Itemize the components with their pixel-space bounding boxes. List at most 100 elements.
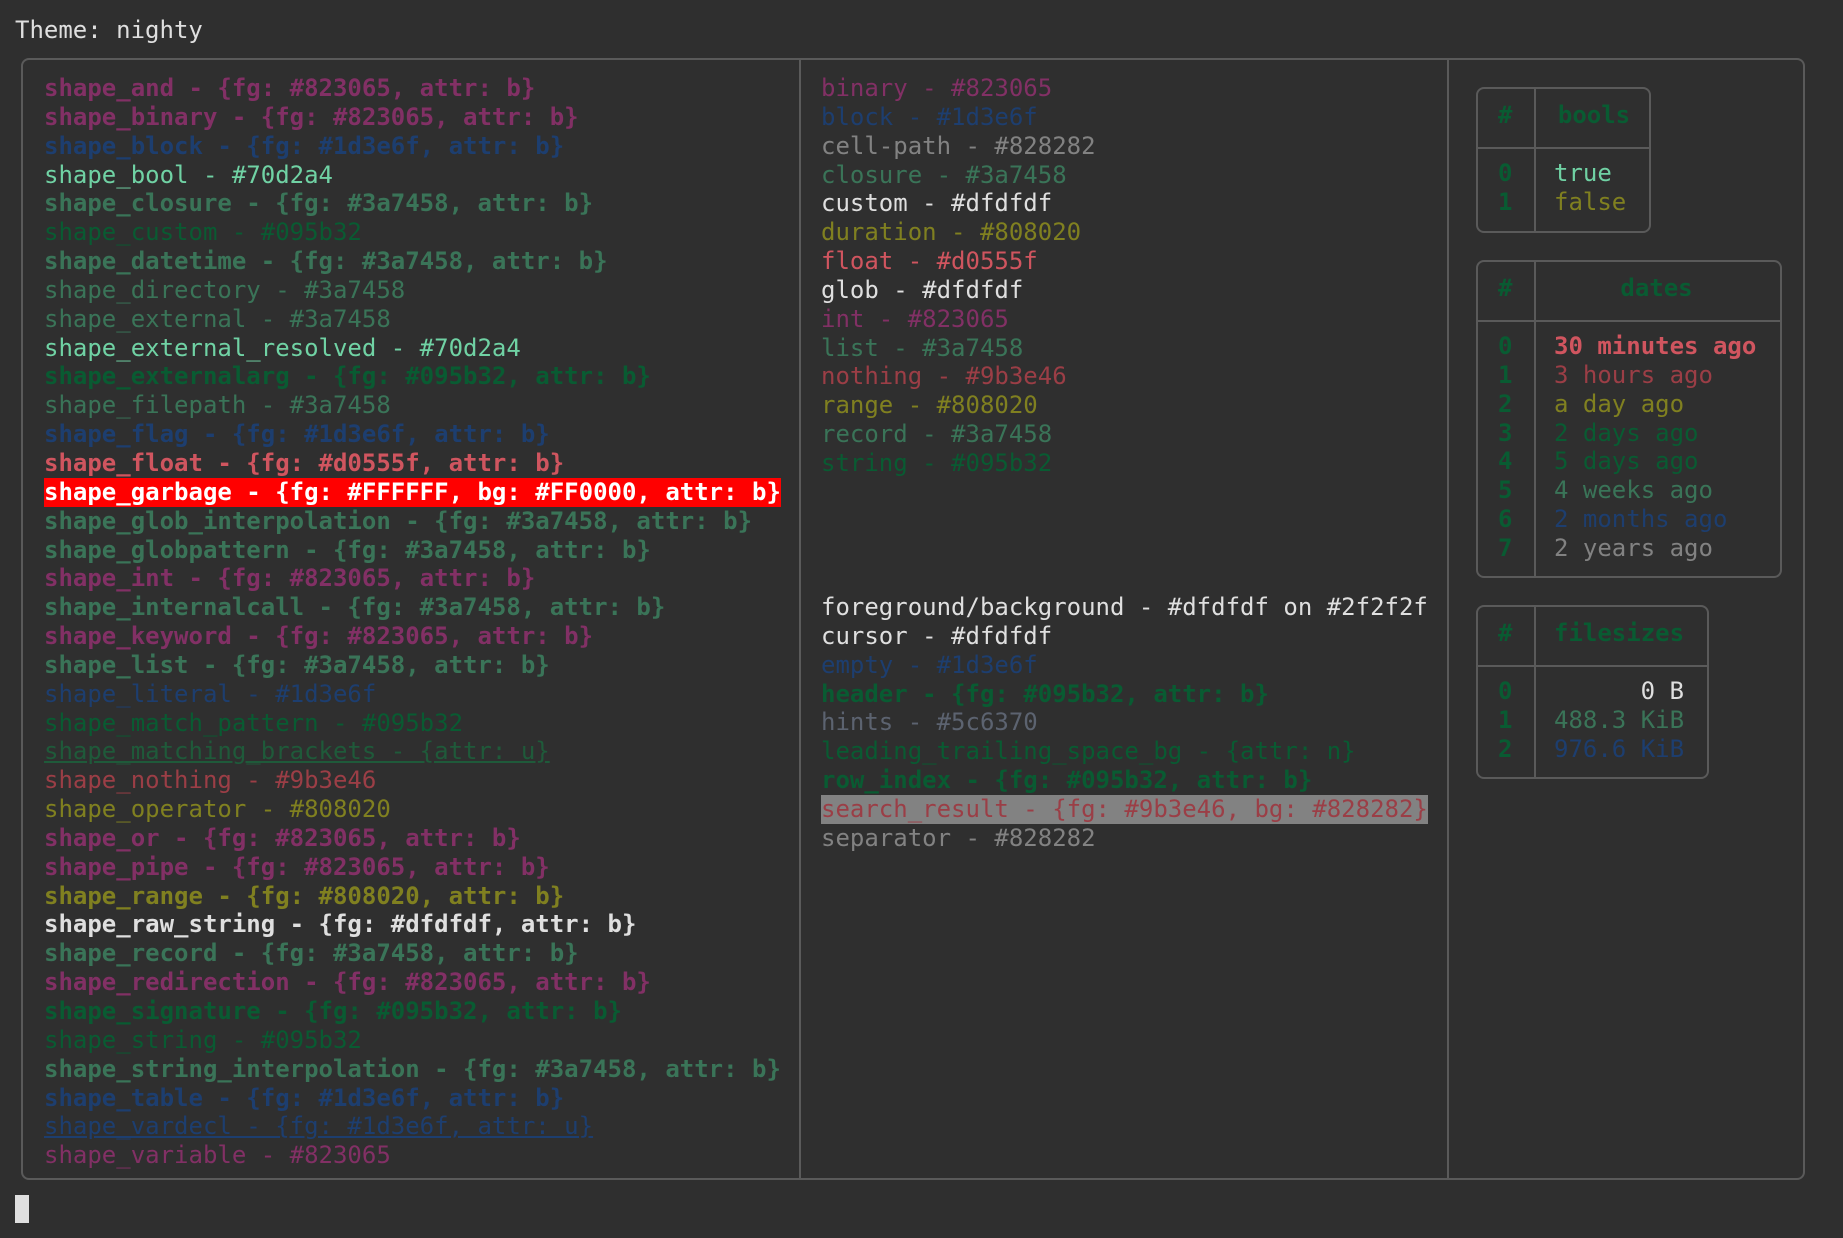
color-entry: cell-path - #828282	[821, 131, 1096, 160]
table-cell: 2 months ago	[1554, 505, 1728, 534]
row-index: 1	[1498, 705, 1513, 734]
color-entry: shape_globpattern - {fg: #3a7458, attr: …	[44, 535, 651, 564]
color-entry: float - #d0555f	[821, 247, 1038, 276]
color-entry: shape_nothing - #9b3e46	[44, 766, 377, 795]
color-entry: binary - #823065	[821, 74, 1053, 102]
color-entry: header - {fg: #095b32, attr: b}	[821, 679, 1269, 708]
color-entry: foreground/background - #dfdfdf on #2f2f…	[821, 593, 1428, 621]
color-entry: shape_vardecl - {fg: #1d3e6f, attr: u}	[44, 1112, 594, 1141]
color-entry: duration - #808020	[821, 218, 1082, 247]
color-entry: shape_closure - {fg: #3a7458, attr: b}	[44, 189, 594, 218]
color-entry: empty - #1d3e6f	[821, 650, 1038, 679]
table-header: bools	[1557, 101, 1631, 129]
table-index-header: #	[1498, 101, 1513, 129]
color-entry: shape_filepath - #3a7458	[44, 391, 391, 420]
color-entry: shape_float - {fg: #d0555f, attr: b}	[44, 448, 565, 477]
color-entry: block - #1d3e6f	[821, 102, 1038, 131]
color-entry: shape_binary - {fg: #823065, attr: b}	[44, 102, 579, 131]
table-cell: a day ago	[1554, 389, 1685, 418]
color-entry: cursor - #dfdfdf	[821, 621, 1053, 650]
color-entry: closure - #3a7458	[821, 160, 1067, 189]
color-entry: shape_string_interpolation - {fg: #3a745…	[44, 1054, 781, 1083]
row-index: 2	[1498, 734, 1513, 763]
ui-colors-list: foreground/background - #dfdfdf on #2f2f…	[821, 593, 1428, 853]
color-entry: shape_matching_brackets - {attr: u}	[44, 737, 550, 766]
color-entry: shape_operator - #808020	[44, 795, 391, 824]
color-entry: shape_internalcall - {fg: #3a7458, attr:…	[44, 593, 666, 622]
color-entry: shape_directory - #3a7458	[44, 275, 406, 304]
color-entry: shape_externalarg - {fg: #095b32, attr: …	[44, 362, 651, 391]
bools-table: # bools 0 true 1 false	[1476, 87, 1651, 233]
color-entry: shape_raw_string - {fg: #dfdfdf, attr: b…	[44, 910, 637, 939]
table-cell: 2 years ago	[1554, 533, 1713, 562]
color-entry: shape_redirection - {fg: #823065, attr: …	[44, 968, 651, 997]
color-entry: hints - #5c6370	[821, 708, 1038, 737]
color-entry: nothing - #9b3e46	[821, 362, 1067, 391]
color-entry: record - #3a7458	[821, 420, 1053, 449]
row-index: 2	[1498, 389, 1513, 418]
row-index: 7	[1498, 533, 1513, 562]
color-entry: shape_external - #3a7458	[44, 304, 391, 333]
color-entry: search_result - {fg: #9b3e46, bg: #82828…	[821, 794, 1428, 824]
table-cell: 2 days ago	[1554, 418, 1699, 447]
color-entry: glob - #dfdfdf	[821, 275, 1024, 304]
color-entry: shape_int - {fg: #823065, attr: b}	[44, 564, 536, 593]
color-entry: list - #3a7458	[821, 333, 1024, 362]
table-index-header: #	[1498, 619, 1513, 647]
table-cell: 3 hours ago	[1554, 360, 1713, 389]
color-entry: shape_variable - #823065	[44, 1141, 391, 1170]
row-index: 1	[1498, 360, 1513, 389]
color-entry: range - #808020	[821, 391, 1038, 420]
color-entry: int - #823065	[821, 304, 1009, 333]
color-entry: leading_trailing_space_bg - {attr: n}	[821, 737, 1356, 766]
color-entry: string - #095b32	[821, 448, 1053, 477]
type-colors-list: binary - #823065 block - #1d3e6f cell-path…	[821, 74, 1096, 478]
color-entry: shape_bool - #70d2a4	[44, 160, 333, 189]
dates-table: # dates 0 30 minutes ago 1 3 hours ago 2 a day …	[1476, 260, 1782, 578]
row-index: 0	[1498, 159, 1513, 187]
table-cell: 30 minutes ago	[1554, 332, 1757, 360]
table-cell: 5 days ago	[1554, 447, 1699, 476]
shape-colors-list: shape_and - {fg: #823065, attr: b} shape_…	[44, 74, 781, 1170]
color-entry: shape_table - {fg: #1d3e6f, attr: b}	[44, 1083, 565, 1112]
color-entry: shape_custom - #095b32	[44, 218, 362, 247]
column-divider	[1447, 60, 1449, 1178]
color-entry: shape_keyword - {fg: #823065, attr: b}	[44, 622, 594, 651]
color-entry: separator - #828282	[821, 823, 1096, 852]
table-cell: 4 weeks ago	[1554, 476, 1713, 505]
column-divider	[799, 60, 801, 1178]
table-index-header: #	[1498, 274, 1513, 302]
row-index: 4	[1498, 447, 1513, 476]
row-index: 1	[1498, 187, 1513, 216]
table-header: dates	[1620, 274, 1693, 302]
color-entry: shape_pipe - {fg: #823065, attr: b}	[44, 852, 550, 881]
table-cell: 0 B	[1640, 677, 1684, 705]
row-index: 0	[1498, 677, 1513, 705]
color-entry: shape_record - {fg: #3a7458, attr: b}	[44, 939, 579, 968]
row-index: 0	[1498, 332, 1513, 360]
color-entry: shape_garbage - {fg: #FFFFFF, bg: #FF000…	[44, 477, 781, 507]
row-index: 6	[1498, 505, 1513, 534]
color-entry: shape_flag - {fg: #1d3e6f, attr: b}	[44, 420, 550, 449]
color-entry: shape_block - {fg: #1d3e6f, attr: b}	[44, 131, 565, 160]
color-entry: custom - #dfdfdf	[821, 189, 1053, 218]
table-cell: false	[1554, 187, 1627, 216]
row-index: 5	[1498, 476, 1513, 505]
color-entry: shape_signature - {fg: #095b32, attr: b}	[44, 997, 622, 1025]
table-cell: true	[1554, 159, 1612, 187]
row-index: 3	[1498, 418, 1513, 447]
table-cell: 488.3 KiB	[1554, 705, 1685, 734]
table-cell: 976.6 KiB	[1554, 734, 1685, 763]
color-entry: shape_literal - #1d3e6f	[44, 679, 377, 708]
color-entry: row_index - {fg: #095b32, attr: b}	[821, 766, 1313, 795]
terminal-cursor	[15, 1195, 29, 1223]
color-entry: shape_string - #095b32	[44, 1025, 362, 1054]
color-entry: shape_datetime - {fg: #3a7458, attr: b}	[44, 247, 608, 276]
color-entry: shape_list - {fg: #3a7458, attr: b}	[44, 650, 550, 679]
color-entry: shape_or - {fg: #823065, attr: b}	[44, 823, 521, 852]
table-header: filesizes	[1554, 619, 1685, 647]
color-entry: shape_match_pattern - #095b32	[44, 708, 464, 737]
color-entry: shape_glob_interpolation - {fg: #3a7458,…	[44, 506, 753, 535]
color-entry: shape_and - {fg: #823065, attr: b}	[44, 74, 536, 102]
filesizes-table: # filesizes 0 0 B 1 488.3 KiB 2 976.6 KiB	[1476, 605, 1709, 779]
